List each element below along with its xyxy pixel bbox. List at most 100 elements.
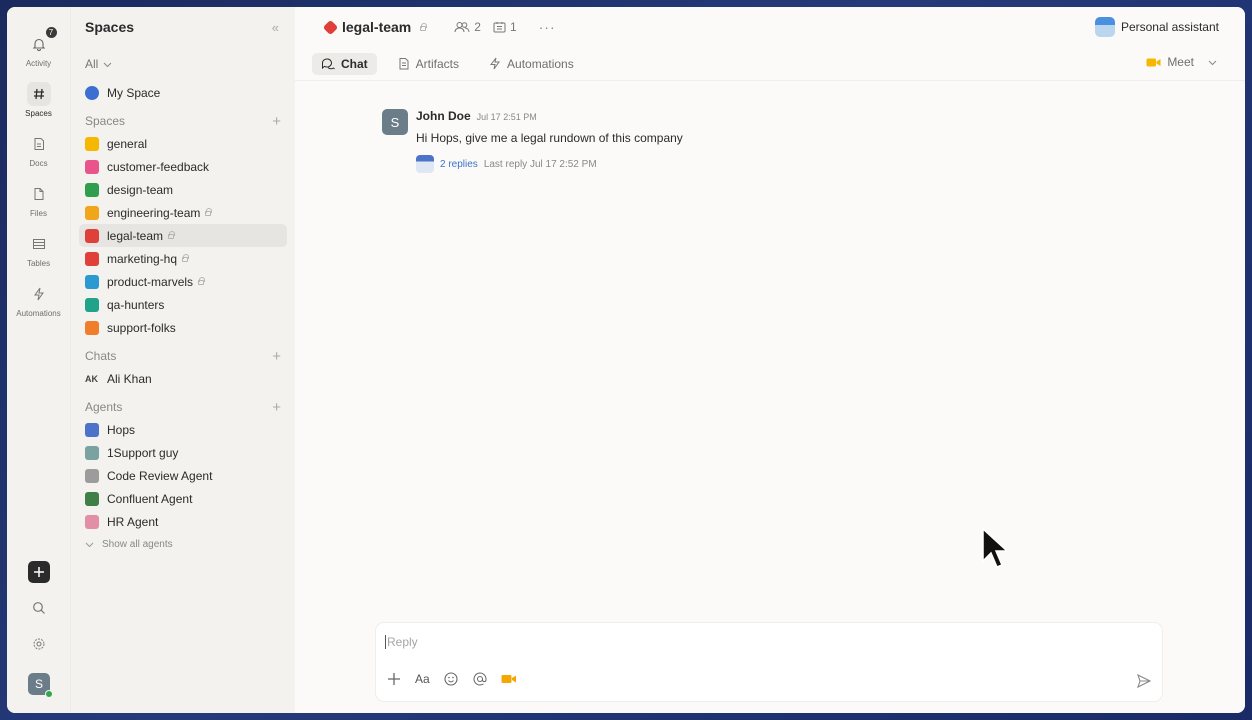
chevron-down-icon bbox=[1208, 60, 1217, 65]
more-options-icon[interactable]: ··· bbox=[539, 19, 556, 35]
sidebar-space-qa-hunters[interactable]: qa-hunters bbox=[79, 293, 287, 316]
rail-item-tables[interactable]: Tables bbox=[27, 232, 51, 268]
sidebar-agent-hops[interactable]: Hops bbox=[79, 418, 287, 441]
composer-toolbar: Aa bbox=[386, 671, 517, 687]
message-author[interactable]: John Doe bbox=[416, 109, 471, 123]
show-all-label: Show all agents bbox=[102, 538, 173, 550]
filter-label: All bbox=[85, 57, 99, 71]
reply-composer[interactable]: Reply Aa bbox=[376, 623, 1162, 701]
channel-name: legal-team bbox=[342, 19, 412, 35]
meet-button[interactable]: Meet bbox=[1146, 55, 1217, 69]
channel-members[interactable]: 2 bbox=[454, 20, 481, 34]
artifacts-icon bbox=[399, 58, 409, 70]
emoji-icon[interactable] bbox=[443, 671, 459, 687]
sidebar-space-legal-team[interactable]: legal-team bbox=[79, 224, 287, 247]
agents-section-header: Agents + bbox=[79, 396, 287, 418]
message-avatar[interactable]: S bbox=[382, 109, 408, 135]
agent-avatar-icon bbox=[85, 468, 99, 483]
agent-label: Code Review Agent bbox=[107, 468, 213, 483]
space-label: marketing-hq bbox=[107, 251, 178, 266]
lock-icon bbox=[205, 208, 213, 216]
channel-title[interactable]: legal-team bbox=[322, 19, 428, 35]
space-label: support-folks bbox=[107, 320, 176, 335]
rail-item-docs[interactable]: Docs bbox=[27, 132, 51, 168]
add-space-button[interactable]: + bbox=[272, 113, 281, 130]
video-camera-icon bbox=[1146, 58, 1161, 66]
collapse-sidebar-icon[interactable]: « bbox=[272, 20, 279, 35]
sidebar-space-product-marvels[interactable]: product-marvels bbox=[79, 270, 287, 293]
sidebar-space-marketing-hq[interactable]: marketing-hq bbox=[79, 247, 287, 270]
channel-files[interactable]: 1 bbox=[493, 20, 517, 34]
chats-section-title: Chats bbox=[85, 349, 117, 363]
space-icon bbox=[85, 251, 99, 266]
online-status-dot bbox=[45, 690, 53, 698]
thread-replies[interactable]: 2 replies Last reply Jul 17 2:52 PM bbox=[416, 155, 683, 173]
chevron-down-icon bbox=[103, 62, 112, 67]
add-agent-button[interactable]: + bbox=[272, 399, 281, 416]
spaces-sidebar: Spaces « All My Space Spaces + general cu… bbox=[71, 7, 295, 713]
message-body: John Doe Jul 17 2:51 PM Hi Hops, give me… bbox=[416, 109, 683, 173]
sidebar-space-engineering-team[interactable]: engineering-team bbox=[79, 201, 287, 224]
message-item[interactable]: S John Doe Jul 17 2:51 PM Hi Hops, give … bbox=[382, 109, 683, 173]
rail-label-activity: Activity bbox=[25, 59, 52, 68]
space-icon bbox=[85, 228, 99, 243]
sidebar-agent-1support-guy[interactable]: 1Support guy bbox=[79, 441, 287, 464]
space-icon bbox=[85, 136, 99, 151]
send-icon[interactable] bbox=[1136, 673, 1152, 689]
tab-artifacts[interactable]: Artifacts bbox=[389, 53, 468, 75]
bell-icon: 7 bbox=[27, 26, 58, 56]
main-panel: legal-team 2 1 ··· Personal assistant Ch… bbox=[295, 7, 1245, 713]
mouse-cursor-icon bbox=[982, 527, 1007, 568]
rail-label-spaces: Spaces bbox=[25, 109, 52, 118]
rail-item-spaces[interactable]: Spaces bbox=[25, 82, 52, 118]
sidebar-space-design-team[interactable]: design-team bbox=[79, 178, 287, 201]
space-label: product-marvels bbox=[107, 274, 194, 289]
show-all-agents-button[interactable]: Show all agents bbox=[79, 533, 287, 555]
table-icon bbox=[27, 232, 51, 256]
sidebar-agent-code-review-agent[interactable]: Code Review Agent bbox=[79, 464, 287, 487]
tab-chat[interactable]: Chat bbox=[312, 52, 377, 75]
personal-assistant-button[interactable]: Personal assistant bbox=[1094, 17, 1219, 37]
chevron-down-icon bbox=[85, 542, 94, 547]
lock-icon bbox=[168, 231, 176, 239]
settings-gear-icon[interactable] bbox=[32, 637, 46, 656]
sidebar-space-support-folks[interactable]: support-folks bbox=[79, 316, 287, 339]
user-avatar[interactable]: S bbox=[28, 673, 53, 698]
my-space-label: My Space bbox=[107, 85, 161, 100]
sidebar-space-customer-feedback[interactable]: customer-feedback bbox=[79, 155, 287, 178]
attach-plus-icon[interactable] bbox=[386, 671, 402, 687]
agent-label: 1Support guy bbox=[107, 445, 179, 460]
spaces-filter-dropdown[interactable]: All bbox=[79, 47, 287, 77]
my-space-item[interactable]: My Space bbox=[79, 81, 287, 104]
doc-icon bbox=[27, 132, 51, 156]
rail-item-files[interactable]: Files bbox=[27, 182, 51, 218]
reply-input[interactable]: Reply bbox=[385, 635, 418, 649]
hash-icon bbox=[26, 82, 51, 106]
sidebar-agent-hr-agent[interactable]: HR Agent bbox=[79, 510, 287, 533]
sidebar-header: Spaces « bbox=[79, 7, 287, 47]
video-camera-icon[interactable] bbox=[501, 673, 517, 685]
search-icon[interactable] bbox=[32, 601, 46, 620]
chat-label: Ali Khan bbox=[107, 371, 152, 386]
tab-artifacts-label: Artifacts bbox=[415, 56, 460, 71]
mention-icon[interactable] bbox=[472, 671, 488, 687]
format-text-button[interactable]: Aa bbox=[415, 672, 430, 686]
space-label: general bbox=[107, 136, 148, 151]
replies-link[interactable]: 2 replies bbox=[440, 159, 478, 170]
sidebar-agent-confluent-agent[interactable]: Confluent Agent bbox=[79, 487, 287, 510]
rail-item-activity[interactable]: 7 Activity bbox=[25, 26, 58, 68]
chat-item-ali-khan[interactable]: AK Ali Khan bbox=[79, 367, 287, 390]
add-chat-button[interactable]: + bbox=[272, 348, 281, 365]
space-label: design-team bbox=[107, 182, 174, 197]
assistant-label: Personal assistant bbox=[1120, 20, 1219, 34]
message-text: Hi Hops, give me a legal rundown of this… bbox=[416, 131, 683, 145]
space-label: legal-team bbox=[107, 228, 164, 243]
spaces-section-header: Spaces + bbox=[79, 110, 287, 132]
sidebar-space-general[interactable]: general bbox=[79, 132, 287, 155]
space-icon bbox=[85, 182, 99, 197]
chat-icon bbox=[321, 58, 335, 70]
rail-item-automations[interactable]: Automations bbox=[16, 282, 61, 318]
space-icon bbox=[85, 159, 99, 174]
create-button[interactable] bbox=[28, 561, 50, 583]
tab-automations[interactable]: Automations bbox=[480, 53, 583, 75]
